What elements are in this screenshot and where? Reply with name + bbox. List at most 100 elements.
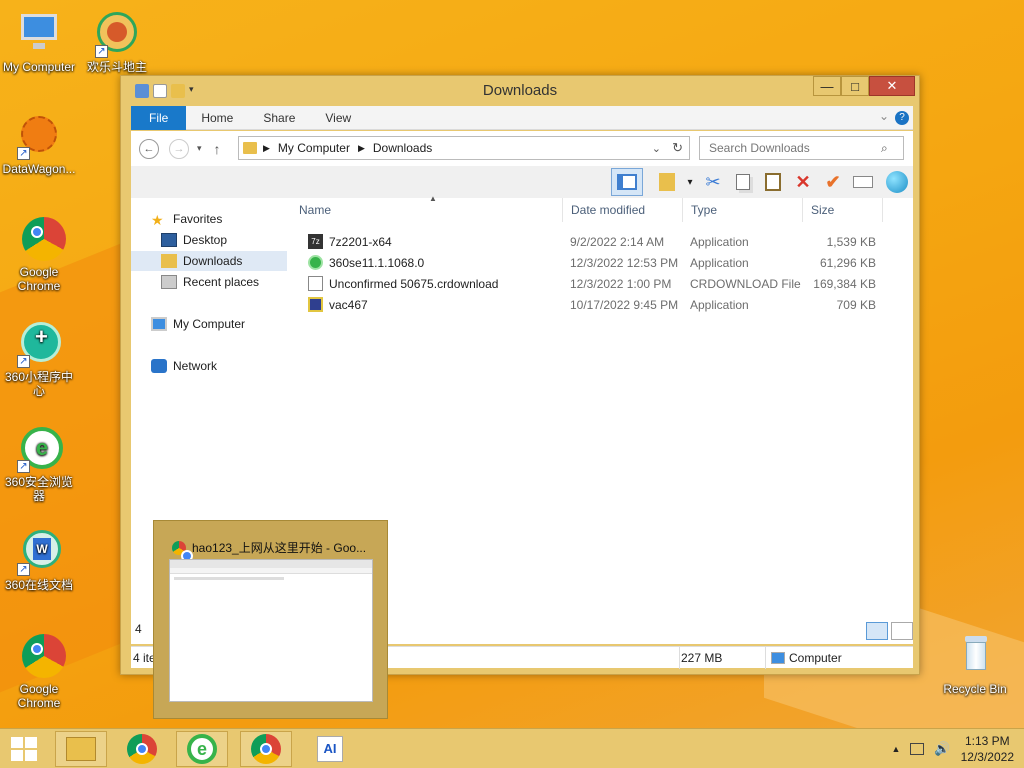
shortcut-arrow-icon: ↗ — [17, 355, 30, 368]
nav-downloads[interactable]: Downloads — [131, 251, 287, 271]
shortcut-arrow-icon: ↗ — [17, 147, 30, 160]
360-browser-icon: e ↗ — [15, 425, 63, 473]
nav-network[interactable]: Network — [151, 356, 217, 376]
minimize-button[interactable]: — — [813, 76, 841, 96]
details-view-icon[interactable] — [866, 622, 888, 640]
column-header-size[interactable]: Size — [803, 198, 883, 222]
application-icon — [308, 297, 323, 312]
desktop-icon-my-computer[interactable]: My Computer — [0, 10, 78, 74]
chevron-right-icon[interactable]: ▶ — [358, 143, 365, 154]
360-browser-icon: e — [187, 734, 217, 764]
address-bar[interactable]: ▶ My Computer ▶ Downloads ⌄ ↻ — [238, 136, 690, 160]
breadcrumb-downloads[interactable]: Downloads — [373, 141, 432, 155]
volume-icon[interactable]: 🔊 — [934, 741, 950, 757]
refresh-icon[interactable]: ↻ — [672, 140, 683, 156]
check-icon[interactable]: ✔ — [821, 170, 845, 194]
status-divider — [765, 647, 766, 669]
chevron-down-icon[interactable]: ▾ — [685, 170, 695, 194]
360-installer-icon — [308, 255, 323, 270]
expand-ribbon-icon[interactable]: ⌄ — [879, 109, 889, 123]
paste-icon[interactable] — [761, 170, 785, 194]
thumbnail-preview-image — [169, 559, 373, 702]
shortcut-arrow-icon: ↗ — [95, 45, 108, 58]
recycle-bin-icon — [951, 632, 999, 680]
search-icon: ⌕ — [881, 141, 888, 155]
ai-app-icon: AI — [317, 736, 343, 762]
file-row[interactable]: 7z 7z2201-x64 9/2/2022 2:14 AM Applicati… — [308, 232, 876, 253]
column-header-type[interactable]: Type — [683, 198, 803, 222]
nav-desktop[interactable]: Desktop — [161, 230, 227, 250]
downloads-folder-icon — [161, 254, 177, 268]
taskbar-chrome-active[interactable] — [240, 731, 292, 767]
rename-icon[interactable] — [851, 170, 875, 194]
address-dropdown-icon[interactable]: ⌄ — [652, 142, 661, 155]
monitor-icon — [15, 10, 63, 58]
folder-options-icon[interactable] — [655, 170, 679, 194]
help-icon[interactable]: ? — [895, 111, 909, 125]
desktop-icon-chrome[interactable]: Google Chrome — [0, 215, 78, 293]
status-divider — [679, 647, 680, 669]
nav-recent-places[interactable]: Recent places — [161, 272, 259, 292]
large-icons-view-icon[interactable] — [891, 622, 913, 640]
status-location: Computer — [789, 651, 842, 665]
tab-view[interactable]: View — [310, 106, 366, 130]
blank-file-icon — [308, 276, 323, 291]
tab-home[interactable]: Home — [186, 106, 248, 130]
column-header-date[interactable]: Date modified — [563, 198, 683, 222]
recent-locations-icon[interactable]: ▾ — [197, 143, 202, 154]
shortcut-arrow-icon: ↗ — [17, 563, 30, 576]
cut-icon[interactable]: ✂ — [701, 170, 725, 194]
tab-share[interactable]: Share — [248, 106, 310, 130]
forward-button[interactable]: → — [169, 138, 189, 159]
title-bar[interactable]: ▾ Downloads — □ ✕ — [121, 76, 919, 106]
delete-icon[interactable]: ✕ — [791, 170, 815, 194]
taskbar-thumbnail-preview[interactable]: hao123_上网从这里开始 - Goo... — [153, 520, 388, 719]
copy-icon[interactable] — [731, 170, 755, 194]
taskbar-chrome[interactable] — [116, 731, 168, 767]
show-hidden-icons[interactable]: ▲ — [892, 744, 901, 754]
7zip-icon: 7z — [308, 234, 323, 249]
preview-pane-icon[interactable] — [611, 168, 643, 196]
desktop-icon-doudizhu[interactable]: ↗ 欢乐斗地主 — [78, 10, 156, 74]
desktop-icon-datawagon[interactable]: ↗ DataWagon... — [0, 112, 78, 176]
desktop-icon-360-browser[interactable]: e ↗ 360安全浏览器 — [0, 425, 78, 503]
tab-file[interactable]: File — [131, 105, 187, 130]
nav-favorites[interactable]: ★ Favorites — [151, 209, 222, 229]
chrome-icon — [127, 734, 157, 764]
datawagon-icon: ↗ — [15, 112, 63, 160]
globe-icon[interactable] — [885, 170, 909, 194]
desktop-icon-chrome-2[interactable]: Google Chrome — [0, 632, 78, 710]
file-row[interactable]: vac467 10/17/2022 9:45 PM Application 70… — [308, 295, 876, 316]
close-button[interactable]: ✕ — [869, 76, 915, 96]
taskbar-app[interactable]: AI — [304, 731, 356, 767]
taskbar-360-browser[interactable]: e — [176, 731, 228, 767]
chrome-icon — [251, 734, 281, 764]
computer-icon — [771, 652, 785, 664]
desktop-icon-360-mini[interactable]: + ↗ 360小程序中心 — [0, 320, 78, 398]
chrome-icon — [172, 540, 193, 562]
nav-my-computer[interactable]: My Computer — [151, 314, 245, 334]
desktop-icon-recycle-bin[interactable]: Recycle Bin — [936, 632, 1014, 696]
desktop-icon — [161, 233, 177, 247]
up-arrow-icon[interactable]: ↑ — [214, 141, 221, 157]
recent-places-icon — [161, 275, 177, 289]
file-explorer-icon — [66, 737, 96, 761]
item-count-partial: 4 — [135, 622, 142, 636]
taskbar-file-explorer[interactable] — [55, 731, 107, 767]
file-row[interactable]: Unconfirmed 50675.crdownload 12/3/2022 1… — [308, 274, 876, 295]
file-row[interactable]: 360se11.1.1068.0 12/3/2022 12:53 PM Appl… — [308, 253, 876, 274]
clock[interactable]: 1:13 PM 12/3/2022 — [961, 733, 1014, 765]
star-icon: ★ — [151, 212, 164, 228]
desktop-icon-360-docs[interactable]: W ↗ 360在线文档 — [0, 528, 78, 592]
back-button[interactable]: ← — [139, 138, 159, 159]
start-button[interactable] — [0, 731, 48, 767]
maximize-button[interactable]: □ — [841, 76, 869, 96]
network-tray-icon[interactable] — [910, 743, 925, 755]
breadcrumb-my-computer[interactable]: My Computer — [278, 141, 350, 155]
address-row: ← → ▾ ↑ ▶ My Computer ▶ Downloads ⌄ ↻ Se… — [131, 131, 913, 166]
status-size: 227 MB — [681, 651, 723, 665]
search-input[interactable]: Search Downloads — [699, 136, 904, 160]
network-icon — [151, 359, 167, 373]
column-header-name[interactable]: Name — [291, 198, 563, 222]
chevron-right-icon[interactable]: ▶ — [263, 143, 270, 154]
